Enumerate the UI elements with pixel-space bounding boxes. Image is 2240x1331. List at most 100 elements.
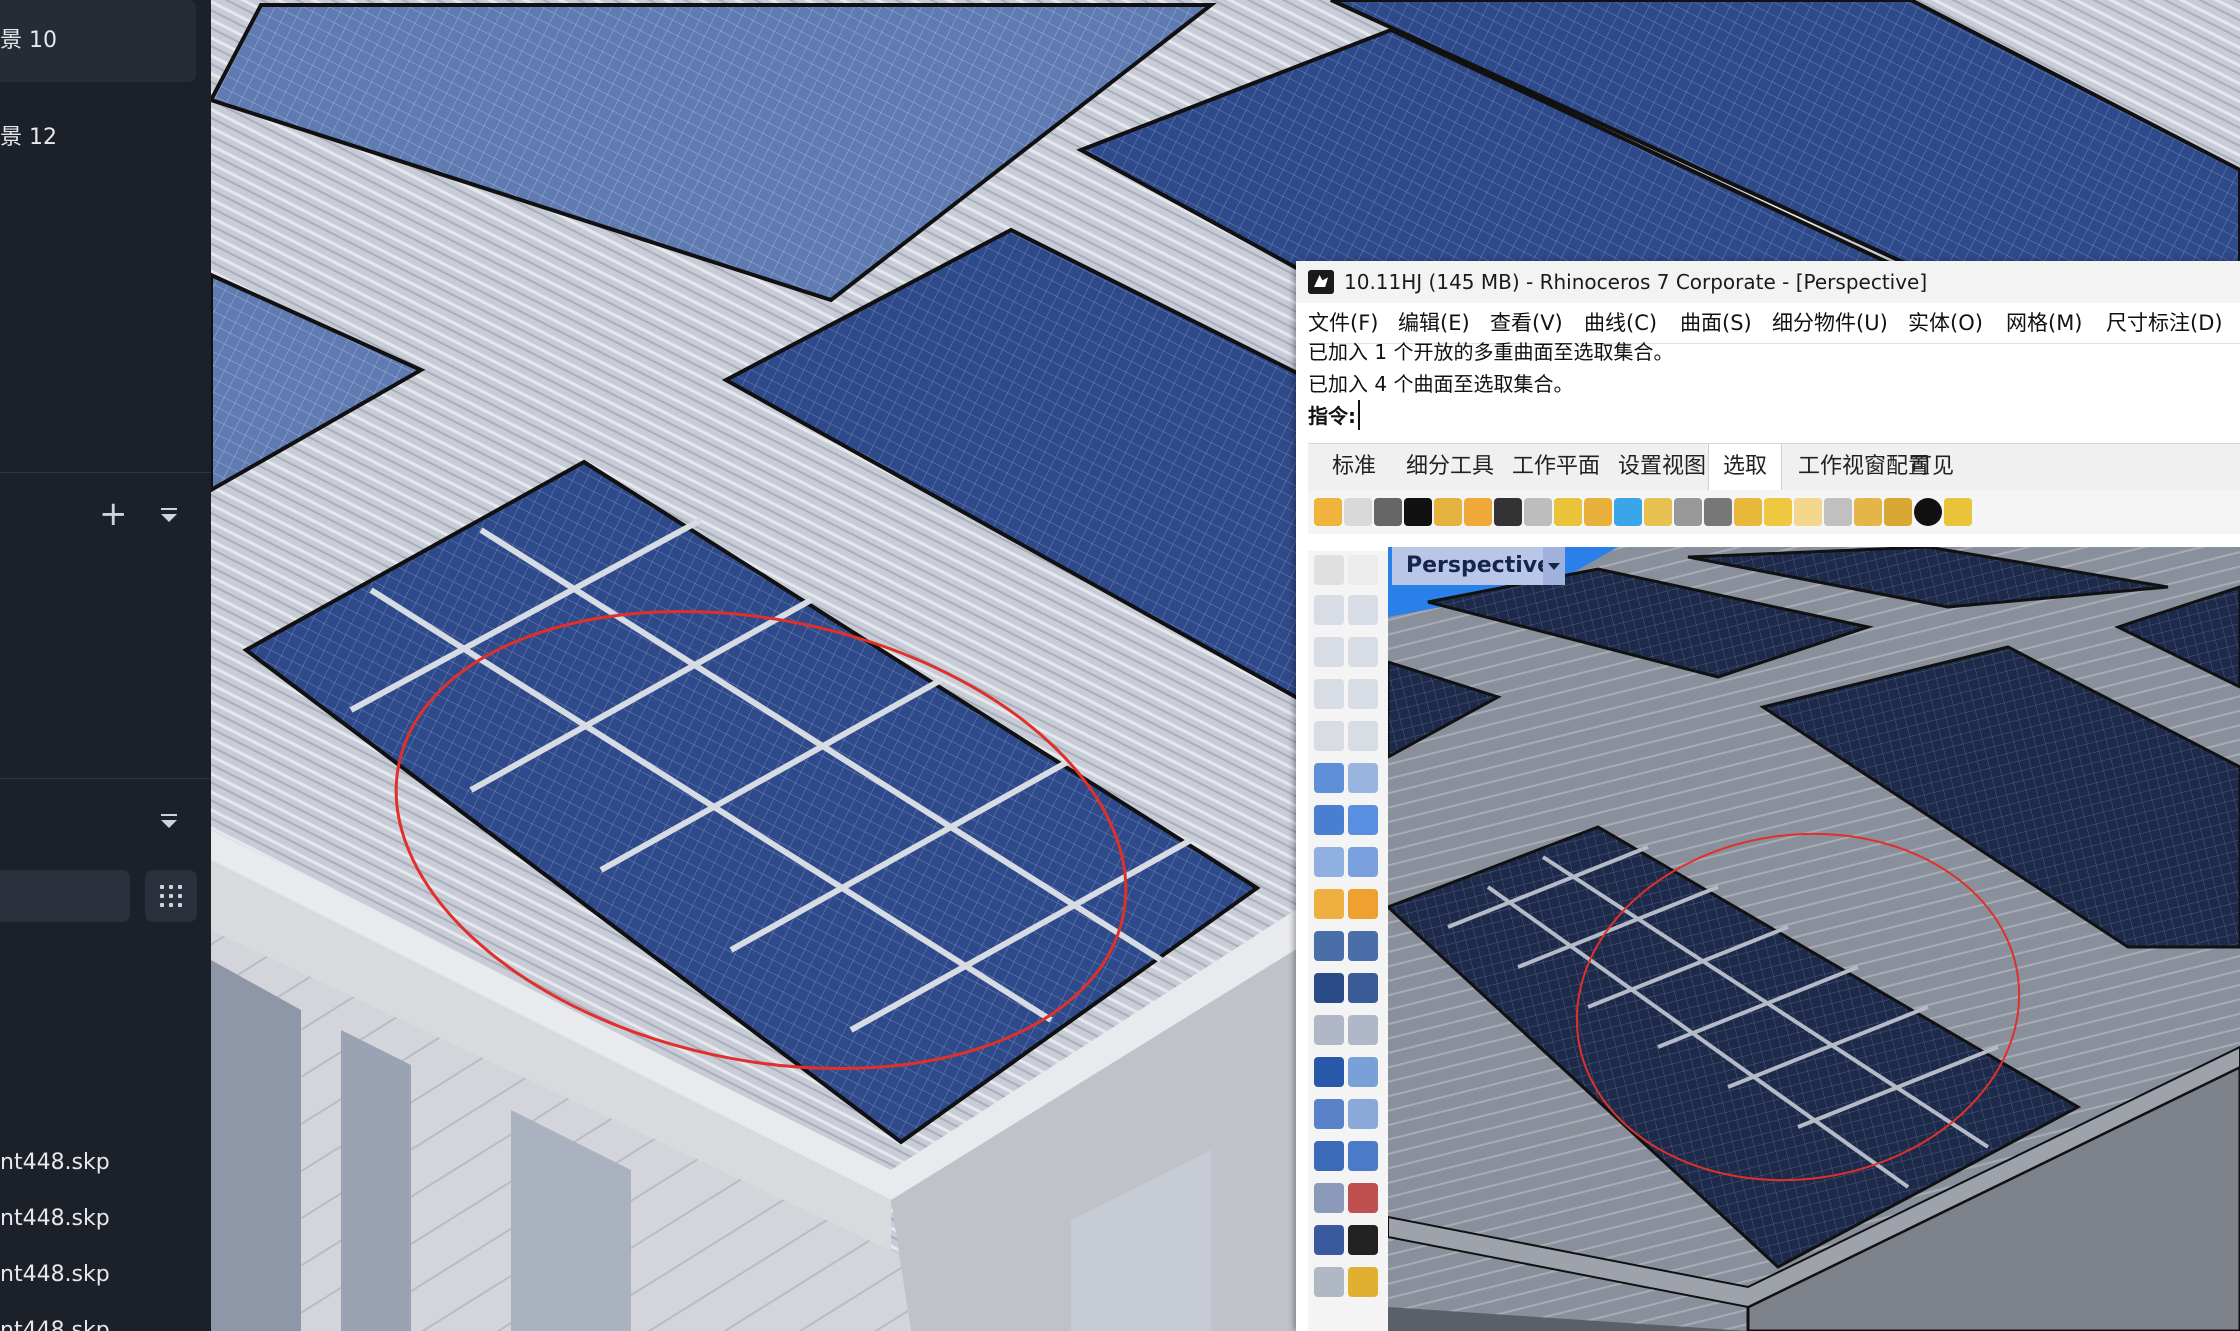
sidebar-divider [0, 472, 211, 473]
collapse-caret-icon[interactable] [161, 508, 177, 522]
select-objects-icon[interactable] [1464, 498, 1492, 526]
select-color-icon[interactable] [1614, 498, 1642, 526]
arc-icon[interactable] [1314, 679, 1344, 709]
ellipse-icon[interactable] [1348, 637, 1378, 667]
array-icon[interactable] [1314, 1099, 1344, 1129]
analyze-icon[interactable] [1314, 1267, 1344, 1297]
circle-icon[interactable] [1314, 637, 1344, 667]
scene-item-label: 景 12 [0, 125, 57, 150]
plus-icon[interactable]: + [99, 497, 128, 531]
viewport-canvas [1388, 547, 2240, 1331]
toolbar-tabs: 标准 细分工具 工作平面 设置视图 选取 工作视窗配置 可见 [1308, 443, 2240, 491]
mesh-icon[interactable] [1348, 847, 1378, 877]
tab-cplane[interactable]: 工作平面 [1498, 444, 1614, 490]
select-surfaces-icon[interactable] [1644, 498, 1672, 526]
select-polysurface-icon[interactable] [1584, 498, 1612, 526]
select-none-icon[interactable] [1344, 498, 1372, 526]
select-hatch-icon[interactable] [1794, 498, 1822, 526]
select-pointclouds-icon[interactable] [1674, 498, 1702, 526]
window-title: 10.11HJ (145 MB) - Rhinoceros 7 Corporat… [1344, 270, 1928, 294]
text-icon[interactable] [1314, 1057, 1344, 1087]
transform-icon[interactable] [1314, 889, 1344, 919]
boolean-icon[interactable] [1314, 973, 1344, 1003]
file-item[interactable]: nt448.skp [0, 1262, 110, 1287]
rectangle-icon[interactable] [1348, 679, 1378, 709]
select-points-icon[interactable] [1524, 498, 1552, 526]
curve-icon[interactable] [1348, 595, 1378, 625]
split-icon[interactable] [1348, 931, 1378, 961]
menu-subd[interactable]: 细分物件(U) [1772, 303, 1888, 343]
filter-icon[interactable] [1374, 498, 1402, 526]
file-item[interactable]: nt448.skp [0, 1206, 110, 1231]
trim-icon[interactable] [1314, 931, 1344, 961]
select-layer-icon[interactable] [1434, 498, 1462, 526]
render-icon[interactable] [1314, 1141, 1344, 1171]
scene-item-10[interactable]: 景 10 [0, 0, 196, 82]
menu-surface[interactable]: 曲面(S) [1680, 303, 1752, 343]
mirror-icon[interactable] [1348, 1099, 1378, 1129]
cylinder-icon[interactable] [1314, 847, 1344, 877]
window [341, 1030, 411, 1331]
fillet-curve-icon[interactable] [1348, 721, 1378, 751]
extrude-surface-icon[interactable] [1348, 763, 1378, 793]
select-more-icon[interactable] [1944, 498, 1972, 526]
sidebar-search-input[interactable] [0, 870, 130, 922]
tab-subd-tools[interactable]: 细分工具 [1392, 444, 1508, 490]
surface-icon[interactable] [1314, 763, 1344, 793]
tab-select[interactable]: 选取 [1708, 444, 1783, 491]
perspective-viewport[interactable] [1388, 547, 2240, 1331]
grid-icon[interactable] [1314, 1183, 1344, 1213]
tab-standard[interactable]: 标准 [1318, 444, 1390, 490]
window [211, 960, 301, 1331]
select-all-icon[interactable] [1314, 498, 1342, 526]
sidebar-divider [0, 778, 211, 779]
tab-visibility[interactable]: 可见 [1896, 444, 1968, 490]
command-input[interactable] [1358, 400, 2224, 430]
point-icon[interactable] [1348, 555, 1378, 585]
select-toolbar [1308, 490, 2240, 534]
boolean-split-icon[interactable] [1348, 973, 1378, 1003]
select-arrow-icon[interactable] [1314, 555, 1344, 585]
polygon-icon[interactable] [1314, 721, 1344, 751]
tab-set-view[interactable]: 设置视图 [1604, 444, 1720, 490]
layer-icon[interactable] [1314, 1225, 1344, 1255]
invert-selection-icon[interactable] [1404, 498, 1432, 526]
viewport-menu-caret-icon[interactable] [1543, 547, 1565, 585]
file-item[interactable]: nt448.skp [0, 1150, 110, 1175]
menu-dimension[interactable]: 尺寸标注(D) [2106, 303, 2223, 343]
menu-mesh[interactable]: 网格(M) [2006, 303, 2083, 343]
file-item[interactable]: nt448.skp [0, 1318, 110, 1331]
sphere-icon[interactable] [1348, 805, 1378, 835]
scene-item-label: 景 10 [0, 28, 57, 53]
select-by-id-icon[interactable] [1554, 498, 1582, 526]
select-grips-icon[interactable] [1704, 498, 1732, 526]
menu-solid[interactable]: 实体(O) [1908, 303, 1983, 343]
fillet-icon[interactable] [1314, 1015, 1344, 1045]
rhino-window: 10.11HJ (145 MB) - Rhinoceros 7 Corporat… [1296, 261, 2240, 1331]
select-lights-icon[interactable] [1764, 498, 1792, 526]
grid-view-icon[interactable] [145, 870, 197, 922]
chamfer-icon[interactable] [1348, 1015, 1378, 1045]
select-dimensions-icon[interactable] [1824, 498, 1852, 526]
select-blocks-icon[interactable] [1884, 498, 1912, 526]
polyline-icon[interactable] [1314, 595, 1344, 625]
scene-sidebar: 景 10 景 12 + nt448.skp nt448.skp nt448.sk… [0, 0, 211, 1331]
viewport-tab-perspective[interactable]: Perspective [1392, 547, 1558, 585]
command-line: 指令: [1308, 400, 2228, 430]
command-history: 已加入 1 个开放的多重曲面至选取集合。 已加入 4 个曲面至选取集合。 指令: [1308, 340, 2240, 442]
scene-item-12[interactable]: 景 12 [0, 97, 196, 179]
collapse-caret-icon[interactable] [161, 814, 177, 828]
check-icon[interactable] [1348, 1225, 1378, 1255]
snap-icon[interactable] [1348, 1183, 1378, 1213]
select-meshes-icon[interactable] [1734, 498, 1762, 526]
select-render-icon[interactable] [1914, 498, 1942, 526]
scale-icon[interactable] [1348, 1057, 1378, 1087]
select-annotations-icon[interactable] [1854, 498, 1882, 526]
box-icon[interactable] [1314, 805, 1344, 835]
title-bar[interactable]: 10.11HJ (145 MB) - Rhinoceros 7 Corporat… [1296, 261, 2240, 303]
history-line: 已加入 1 个开放的多重曲面至选取集合。 [1308, 340, 1674, 364]
undo-selection-icon[interactable] [1494, 498, 1522, 526]
dimension-icon[interactable] [1348, 1141, 1378, 1171]
rename-icon[interactable] [1348, 1267, 1378, 1297]
move-icon[interactable] [1348, 889, 1378, 919]
